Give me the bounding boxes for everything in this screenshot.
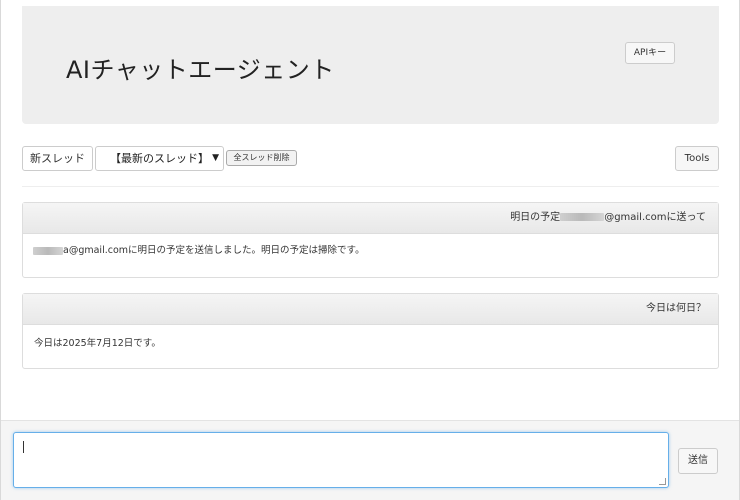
redacted-email bbox=[560, 213, 605, 221]
api-key-button[interactable]: APIキー bbox=[625, 42, 675, 64]
redacted-email bbox=[33, 246, 63, 255]
header-banner: AIチャットエージェント APIキー bbox=[22, 6, 719, 124]
divider bbox=[22, 186, 719, 187]
user-message-prefix: 明日の予定 bbox=[510, 212, 561, 223]
composer-bar: 送信 bbox=[1, 420, 739, 500]
thread-toolbar: 新スレッド 【最新のスレッド】 ▼ 全スレッド削除 Tools bbox=[22, 146, 719, 172]
user-message-suffix: @gmail.comに送って bbox=[604, 212, 706, 223]
page-title: AIチャットエージェント bbox=[66, 56, 335, 84]
assistant-message-text: a@gmail.comに明日の予定を送信しました。明日の予定は掃除です。 bbox=[63, 245, 365, 256]
new-thread-button[interactable]: 新スレッド bbox=[22, 146, 93, 171]
thread-select-value: 【最新のスレッド】 bbox=[110, 152, 209, 165]
user-message: 明日の予定 @gmail.comに送って bbox=[23, 203, 718, 234]
resize-grip-icon[interactable] bbox=[659, 478, 666, 485]
chevron-down-icon: ▼ bbox=[212, 153, 219, 163]
assistant-message: 今日は2025年7月12日です。 bbox=[34, 338, 161, 349]
send-button[interactable]: 送信 bbox=[678, 448, 718, 474]
message-input[interactable] bbox=[13, 432, 669, 488]
user-message: 今日は何日？ bbox=[23, 294, 718, 325]
chat-message: 明日の予定 @gmail.comに送って a@gmail.comに明日の予定を送信… bbox=[22, 202, 719, 278]
delete-all-threads-button[interactable]: 全スレッド削除 bbox=[226, 150, 297, 166]
tools-button[interactable]: Tools bbox=[675, 146, 719, 171]
text-caret bbox=[23, 441, 24, 453]
chat-message: 今日は何日？ 今日は2025年7月12日です。 bbox=[22, 293, 719, 369]
thread-select[interactable]: 【最新のスレッド】 ▼ bbox=[95, 146, 224, 171]
assistant-message: a@gmail.comに明日の予定を送信しました。明日の予定は掃除です。 bbox=[23, 234, 718, 268]
